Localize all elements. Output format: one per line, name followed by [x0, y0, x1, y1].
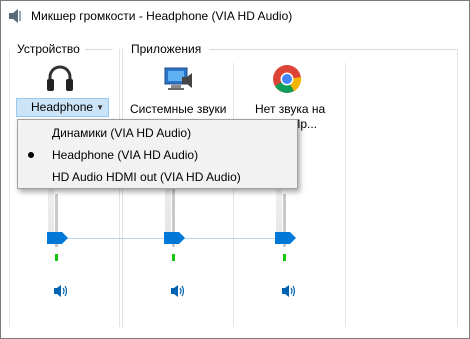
device-volume-track[interactable]: [48, 189, 54, 237]
volume-mixer-window: Микшер громкости - Headphone (VIA HD Aud…: [0, 0, 470, 339]
selected-bullet-icon: [28, 152, 34, 158]
dropdown-item-label: Headphone (VIA HD Audio): [52, 148, 199, 162]
title-bar: Микшер громкости - Headphone (VIA HD Aud…: [1, 1, 469, 31]
system-sounds-volume-thumb[interactable]: [164, 232, 186, 244]
device-selected-label: Headphone: [31, 100, 94, 114]
separator-left: [9, 49, 10, 327]
window-title: Микшер громкости - Headphone (VIA HD Aud…: [31, 9, 293, 23]
device-group-label: Устройство: [17, 42, 80, 56]
chrome-peak-level: [283, 254, 286, 261]
chevron-down-icon: ▼: [96, 103, 104, 112]
speaker-app-icon: [9, 9, 21, 23]
dropdown-item-dinamiki[interactable]: Динамики (VIA HD Audio): [18, 123, 297, 143]
device-mute-speaker-icon[interactable]: [53, 284, 69, 298]
chrome-volume-track[interactable]: [276, 189, 282, 237]
chrome-mute-speaker-icon[interactable]: [281, 284, 297, 298]
system-sounds-icon: [164, 67, 192, 90]
app-name-chrome-line1: Нет звука на: [255, 102, 326, 116]
device-select-button[interactable]: Headphone ▼: [16, 98, 109, 117]
chrome-icon: [273, 65, 302, 93]
separator-app1: [233, 63, 234, 327]
apps-group-label: Приложения: [131, 42, 202, 56]
device-peak-level: [55, 254, 58, 261]
system-sounds-peak-level: [172, 254, 175, 261]
device-dropdown-menu: Динамики (VIA HD Audio) Headphone (VIA H…: [17, 119, 298, 189]
dropdown-item-headphone[interactable]: Headphone (VIA HD Audio): [18, 145, 297, 165]
separator-app2: [345, 63, 346, 327]
system-sounds-mute-speaker-icon[interactable]: [170, 284, 186, 298]
dropdown-item-label: Динамики (VIA HD Audio): [52, 126, 192, 140]
device-group-line: [85, 49, 112, 50]
app-name-system-sounds: Системные звуки: [130, 102, 227, 116]
dropdown-item-label: HD Audio HDMI out (VIA HD Audio): [52, 170, 241, 184]
device-volume-thumb[interactable]: [47, 232, 69, 244]
chrome-volume-thumb[interactable]: [275, 232, 297, 244]
dropdown-item-hdmi[interactable]: HD Audio HDMI out (VIA HD Audio): [18, 167, 297, 187]
headphones-icon: [47, 65, 73, 91]
apps-group-line: [209, 49, 457, 50]
separator-right: [457, 49, 458, 327]
